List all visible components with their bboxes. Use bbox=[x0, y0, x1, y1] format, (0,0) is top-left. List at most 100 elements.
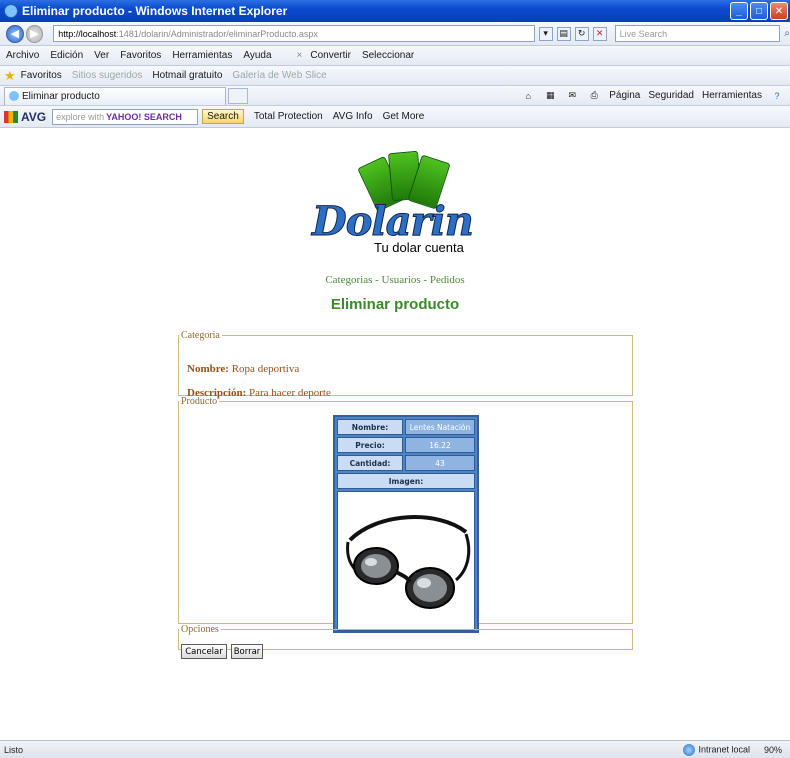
sitios-sugeridos-link[interactable]: Sitios sugeridos bbox=[72, 70, 143, 81]
status-text: Listo bbox=[4, 744, 24, 755]
print-icon[interactable]: ⎙ bbox=[587, 89, 601, 103]
live-search-input[interactable]: Live Search bbox=[614, 25, 781, 42]
menu-favoritos[interactable]: Favoritos bbox=[120, 50, 161, 61]
forward-button[interactable]: ▶ bbox=[25, 24, 44, 43]
window-title: Eliminar producto - Windows Internet Exp… bbox=[22, 4, 288, 18]
seguridad-menu[interactable]: Seguridad bbox=[648, 90, 694, 101]
refresh-icon[interactable]: ↻ bbox=[574, 26, 589, 41]
page-title: Eliminar producto bbox=[330, 296, 460, 313]
avg-logo-icon bbox=[4, 110, 18, 123]
hotmail-label: Hotmail gratuito bbox=[152, 70, 223, 81]
stop-icon[interactable]: ✕ bbox=[592, 26, 607, 41]
command-bar: ⌂ ▦ ✉ ⎙ Página Seguridad Herramientas ? bbox=[521, 89, 790, 103]
favorites-bar: ★ Favoritos Sitios sugeridos Hotmail gra… bbox=[0, 66, 790, 86]
categoria-fieldset: Categoria Nombre: Ropa deportiva Descrip… bbox=[178, 330, 633, 399]
avg-search-input[interactable]: explore with YAHOO! SEARCH bbox=[52, 108, 199, 125]
producto-precio-label: Precio: bbox=[337, 437, 403, 453]
close-window-button[interactable]: ✕ bbox=[770, 2, 788, 20]
zone-label: Intranet local bbox=[698, 743, 750, 754]
close-toolbar-icon[interactable]: × bbox=[297, 50, 303, 61]
sitios-sugeridos-label: Sitios sugeridos bbox=[71, 70, 143, 81]
opciones-legend: Opciones bbox=[181, 624, 219, 635]
menu-ver[interactable]: Ver bbox=[94, 50, 109, 61]
nav-separator: - bbox=[372, 274, 382, 286]
avg-logo-text: AVG bbox=[21, 109, 47, 124]
dolarin-logo: Dolarin Tu dolar cuenta bbox=[310, 150, 494, 256]
menu-ayuda[interactable]: Ayuda bbox=[243, 50, 271, 61]
site-nav: Categorias - Usuarios - Pedidos bbox=[0, 274, 790, 286]
table-row: Nombre: Lentes Natación bbox=[337, 419, 475, 435]
menu-archivo[interactable]: Archivo bbox=[6, 50, 39, 61]
maximize-button[interactable]: □ bbox=[750, 2, 768, 20]
producto-cantidad-value: 43 bbox=[405, 455, 475, 471]
get-more-button[interactable]: Get More bbox=[383, 111, 425, 122]
compat-view-icon[interactable]: ▤ bbox=[556, 26, 571, 41]
cancelar-button[interactable]: Cancelar bbox=[181, 644, 227, 659]
new-tab-button[interactable] bbox=[228, 87, 248, 104]
opciones-fieldset: Opciones Cancelar Borrar bbox=[178, 624, 633, 659]
avg-toolbar: AVG explore with YAHOO! SEARCH Search To… bbox=[0, 106, 790, 128]
tab-bar: Eliminar producto ⌂ ▦ ✉ ⎙ Página Segurid… bbox=[0, 86, 790, 106]
categoria-nombre-label: Nombre: bbox=[187, 363, 229, 375]
producto-imagen-label: Imagen: bbox=[337, 473, 475, 489]
herramientas-menu[interactable]: Herramientas bbox=[702, 90, 762, 101]
borrar-button[interactable]: Borrar bbox=[231, 644, 263, 659]
back-button[interactable]: ◀ bbox=[6, 24, 24, 43]
menu-bar: Archivo Edición Ver Favoritos Herramient… bbox=[0, 46, 790, 66]
star-icon: ★ bbox=[4, 67, 16, 83]
tab-eliminar-producto[interactable]: Eliminar producto bbox=[4, 86, 226, 105]
url-path: :1481/dolarin/Administrador/eliminarProd… bbox=[116, 28, 318, 39]
nav-categorias-link[interactable]: Categorias bbox=[325, 274, 372, 286]
favoritos-button[interactable]: ★ Favoritos bbox=[4, 68, 62, 84]
mail-icon[interactable]: ✉ bbox=[565, 89, 579, 103]
nav-usuarios-link[interactable]: Usuarios bbox=[382, 274, 421, 286]
status-bar: Listo Intranet local 90% bbox=[0, 740, 790, 758]
search-icon[interactable]: ⌕ bbox=[784, 28, 790, 39]
url-host: http://localhost bbox=[58, 28, 117, 39]
galeria-label: Galería de Web Slice bbox=[232, 70, 327, 81]
page-icon bbox=[9, 91, 19, 101]
home-icon[interactable]: ⌂ bbox=[521, 89, 535, 103]
minimize-button[interactable]: _ bbox=[730, 2, 748, 20]
tab-title: Eliminar producto bbox=[22, 90, 100, 102]
window-controls: _ □ ✕ bbox=[730, 2, 788, 20]
avg-info-button[interactable]: AVG Info bbox=[333, 111, 373, 122]
convertir-button[interactable]: Convertir bbox=[310, 50, 351, 61]
page-content: Dolarin Tu dolar cuenta Categorias - Usu… bbox=[0, 128, 790, 740]
yahoo-search-label: YAHOO! SEARCH bbox=[106, 111, 182, 122]
logo-wordmark: Dolarin bbox=[312, 198, 475, 246]
producto-precio-value: 16.22 bbox=[405, 437, 475, 453]
producto-nombre-value: Lentes Natación bbox=[405, 419, 475, 435]
producto-nombre-label: Nombre: bbox=[337, 419, 403, 435]
nav-separator: - bbox=[420, 274, 430, 286]
search-placeholder: Live Search bbox=[619, 28, 668, 39]
avg-search-button[interactable]: Search bbox=[202, 109, 244, 124]
menu-herramientas[interactable]: Herramientas bbox=[172, 50, 232, 61]
feeds-icon[interactable]: ▦ bbox=[543, 89, 557, 103]
address-tools: ▾ ▤ ↻ ✕ bbox=[538, 26, 607, 41]
nav-pedidos-link[interactable]: Pedidos bbox=[430, 274, 465, 286]
hotmail-link[interactable]: Hotmail gratuito bbox=[152, 70, 222, 81]
total-protection-button[interactable]: Total Protection bbox=[254, 111, 323, 122]
zoom-level[interactable]: 90% bbox=[764, 745, 782, 755]
pagina-menu[interactable]: Página bbox=[609, 90, 640, 101]
avg-search-hint: explore with bbox=[56, 111, 105, 122]
categoria-nombre-row: Nombre: Ropa deportiva bbox=[187, 363, 299, 375]
logo-tagline: Tu dolar cuenta bbox=[374, 240, 464, 255]
menu-edicion[interactable]: Edición bbox=[50, 50, 83, 61]
dropdown-icon[interactable]: ▾ bbox=[538, 26, 553, 41]
categoria-legend: Categoria bbox=[181, 330, 220, 341]
producto-cantidad-label: Cantidad: bbox=[337, 455, 403, 471]
table-row: Precio: 16.22 bbox=[337, 437, 475, 453]
globe-icon bbox=[683, 743, 696, 756]
categoria-nombre-value: Ropa deportiva bbox=[231, 363, 300, 375]
url-field[interactable]: http://localhost :1481/dolarin/Administr… bbox=[53, 25, 535, 42]
galeria-link[interactable]: Galería de Web Slice bbox=[232, 70, 326, 81]
goggles-image bbox=[346, 515, 471, 609]
help-icon[interactable]: ? bbox=[770, 89, 784, 103]
seleccionar-button[interactable]: Seleccionar bbox=[362, 50, 414, 61]
avg-logo[interactable]: AVG bbox=[4, 110, 46, 124]
producto-legend: Producto bbox=[181, 396, 218, 407]
window-titlebar: Eliminar producto - Windows Internet Exp… bbox=[0, 0, 790, 22]
status-right: Intranet local 90% bbox=[683, 743, 790, 756]
